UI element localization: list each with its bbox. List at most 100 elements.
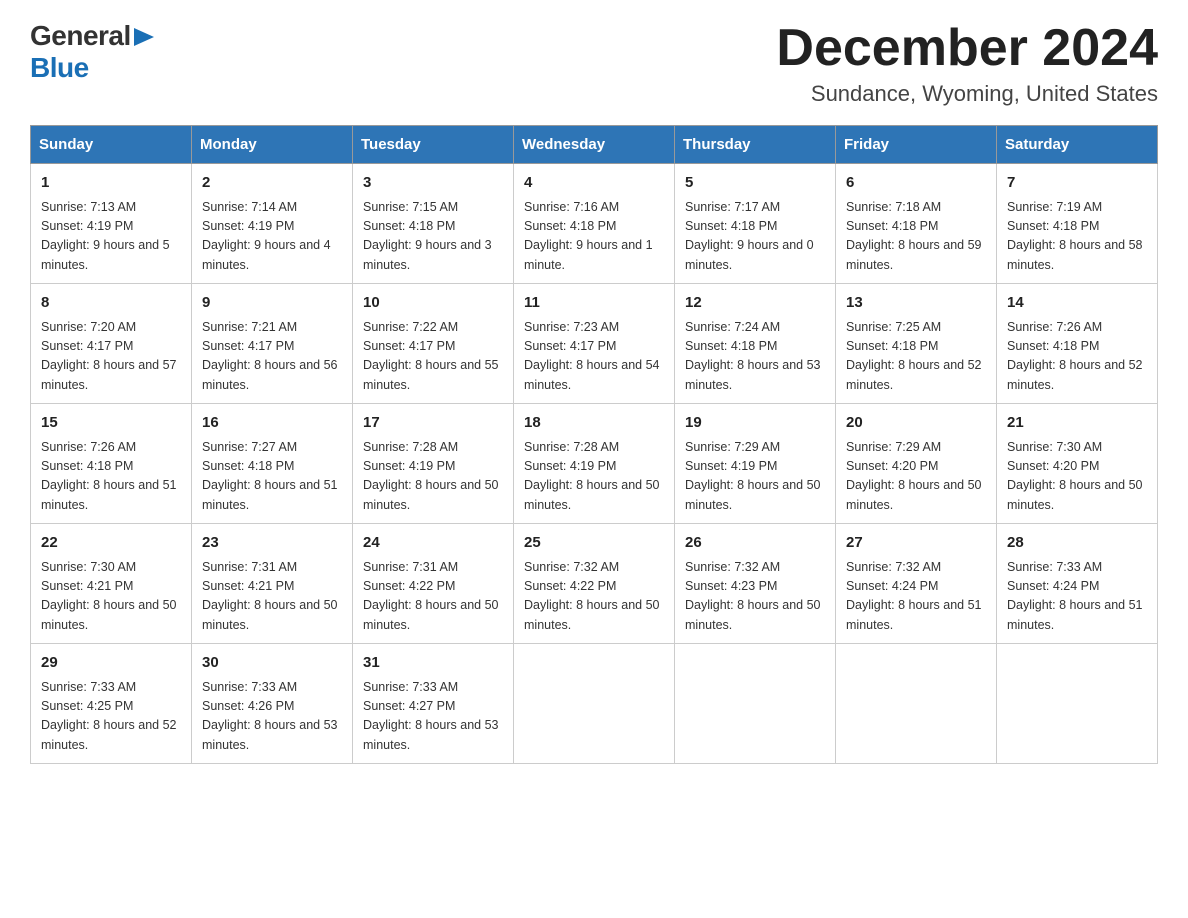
day-info: Sunrise: 7:18 AMSunset: 4:18 PMDaylight:… — [846, 198, 986, 276]
calendar-cell: 29 Sunrise: 7:33 AMSunset: 4:25 PMDayligh… — [31, 644, 192, 764]
day-number: 3 — [363, 172, 503, 195]
day-info: Sunrise: 7:25 AMSunset: 4:18 PMDaylight:… — [846, 318, 986, 396]
location: Sundance, Wyoming, United States — [776, 81, 1158, 107]
calendar-cell: 19 Sunrise: 7:29 AMSunset: 4:19 PMDayligh… — [675, 404, 836, 524]
day-number: 28 — [1007, 532, 1147, 555]
day-number: 4 — [524, 172, 664, 195]
day-number: 15 — [41, 412, 181, 435]
calendar-cell — [675, 644, 836, 764]
page-header: General Blue December 2024 Sundance, Wyo… — [30, 20, 1158, 107]
day-info: Sunrise: 7:24 AMSunset: 4:18 PMDaylight:… — [685, 318, 825, 396]
calendar-cell: 1 Sunrise: 7:13 AMSunset: 4:19 PMDaylight… — [31, 164, 192, 284]
calendar-cell: 5Sunrise: 7:17 AMSunset: 4:18 PMDaylight… — [675, 164, 836, 284]
day-info: Sunrise: 7:29 AMSunset: 4:19 PMDaylight:… — [685, 438, 825, 516]
day-info: Sunrise: 7:16 AMSunset: 4:18 PMDaylight:… — [524, 198, 664, 276]
calendar-cell: 30Sunrise: 7:33 AMSunset: 4:26 PMDayligh… — [192, 644, 353, 764]
calendar-cell: 13 Sunrise: 7:25 AMSunset: 4:18 PMDayligh… — [836, 284, 997, 404]
calendar-week-1: 1 Sunrise: 7:13 AMSunset: 4:19 PMDaylight… — [31, 164, 1158, 284]
day-number: 14 — [1007, 292, 1147, 315]
day-info: Sunrise: 7:23 AMSunset: 4:17 PMDaylight:… — [524, 318, 664, 396]
day-number: 9 — [202, 292, 342, 315]
calendar-cell: 31 Sunrise: 7:33 AMSunset: 4:27 PMDayligh… — [353, 644, 514, 764]
day-number: 20 — [846, 412, 986, 435]
day-number: 16 — [202, 412, 342, 435]
logo-general: General — [30, 20, 131, 52]
day-info: Sunrise: 7:31 AMSunset: 4:21 PMDaylight:… — [202, 558, 342, 636]
day-number: 19 — [685, 412, 825, 435]
calendar-cell: 12Sunrise: 7:24 AMSunset: 4:18 PMDayligh… — [675, 284, 836, 404]
calendar-cell: 22 Sunrise: 7:30 AMSunset: 4:21 PMDayligh… — [31, 524, 192, 644]
day-info: Sunrise: 7:31 AMSunset: 4:22 PMDaylight:… — [363, 558, 503, 636]
weekday-header-wednesday: Wednesday — [514, 126, 675, 164]
day-info: Sunrise: 7:30 AMSunset: 4:20 PMDaylight:… — [1007, 438, 1147, 516]
calendar-cell: 25 Sunrise: 7:32 AMSunset: 4:22 PMDayligh… — [514, 524, 675, 644]
calendar-week-2: 8 Sunrise: 7:20 AMSunset: 4:17 PMDaylight… — [31, 284, 1158, 404]
day-number: 17 — [363, 412, 503, 435]
weekday-header-friday: Friday — [836, 126, 997, 164]
day-number: 30 — [202, 652, 342, 675]
day-info: Sunrise: 7:32 AMSunset: 4:22 PMDaylight:… — [524, 558, 664, 636]
day-info: Sunrise: 7:20 AMSunset: 4:17 PMDaylight:… — [41, 318, 181, 396]
calendar-cell: 17 Sunrise: 7:28 AMSunset: 4:19 PMDayligh… — [353, 404, 514, 524]
day-number: 7 — [1007, 172, 1147, 195]
calendar-cell: 10 Sunrise: 7:22 AMSunset: 4:17 PMDayligh… — [353, 284, 514, 404]
day-number: 29 — [41, 652, 181, 675]
day-info: Sunrise: 7:21 AMSunset: 4:17 PMDaylight:… — [202, 318, 342, 396]
day-number: 18 — [524, 412, 664, 435]
day-info: Sunrise: 7:26 AMSunset: 4:18 PMDaylight:… — [41, 438, 181, 516]
day-info: Sunrise: 7:22 AMSunset: 4:17 PMDaylight:… — [363, 318, 503, 396]
day-number: 1 — [41, 172, 181, 195]
day-info: Sunrise: 7:19 AMSunset: 4:18 PMDaylight:… — [1007, 198, 1147, 276]
calendar-cell: 2Sunrise: 7:14 AMSunset: 4:19 PMDaylight… — [192, 164, 353, 284]
day-number: 10 — [363, 292, 503, 315]
day-number: 26 — [685, 532, 825, 555]
month-title: December 2024 — [776, 20, 1158, 77]
day-number: 11 — [524, 292, 664, 315]
logo: General Blue — [30, 20, 154, 84]
calendar-cell: 20Sunrise: 7:29 AMSunset: 4:20 PMDayligh… — [836, 404, 997, 524]
title-block: December 2024 Sundance, Wyoming, United … — [776, 20, 1158, 107]
day-info: Sunrise: 7:17 AMSunset: 4:18 PMDaylight:… — [685, 198, 825, 276]
weekday-header-tuesday: Tuesday — [353, 126, 514, 164]
weekday-header-saturday: Saturday — [997, 126, 1158, 164]
calendar-week-5: 29 Sunrise: 7:33 AMSunset: 4:25 PMDayligh… — [31, 644, 1158, 764]
weekday-header-thursday: Thursday — [675, 126, 836, 164]
calendar-cell: 9 Sunrise: 7:21 AMSunset: 4:17 PMDaylight… — [192, 284, 353, 404]
day-number: 6 — [846, 172, 986, 195]
calendar-week-4: 22 Sunrise: 7:30 AMSunset: 4:21 PMDayligh… — [31, 524, 1158, 644]
calendar-cell: 28 Sunrise: 7:33 AMSunset: 4:24 PMDayligh… — [997, 524, 1158, 644]
calendar-table: SundayMondayTuesdayWednesdayThursdayFrid… — [30, 125, 1158, 764]
calendar-cell: 18Sunrise: 7:28 AMSunset: 4:19 PMDayligh… — [514, 404, 675, 524]
day-number: 2 — [202, 172, 342, 195]
day-number: 21 — [1007, 412, 1147, 435]
calendar-cell — [836, 644, 997, 764]
day-number: 22 — [41, 532, 181, 555]
calendar-cell: 6 Sunrise: 7:18 AMSunset: 4:18 PMDaylight… — [836, 164, 997, 284]
calendar-week-3: 15 Sunrise: 7:26 AMSunset: 4:18 PMDayligh… — [31, 404, 1158, 524]
day-info: Sunrise: 7:33 AMSunset: 4:27 PMDaylight:… — [363, 678, 503, 756]
calendar-cell: 14 Sunrise: 7:26 AMSunset: 4:18 PMDayligh… — [997, 284, 1158, 404]
day-info: Sunrise: 7:13 AMSunset: 4:19 PMDaylight:… — [41, 198, 181, 276]
calendar-cell: 21 Sunrise: 7:30 AMSunset: 4:20 PMDayligh… — [997, 404, 1158, 524]
day-info: Sunrise: 7:33 AMSunset: 4:25 PMDaylight:… — [41, 678, 181, 756]
calendar-cell: 8 Sunrise: 7:20 AMSunset: 4:17 PMDaylight… — [31, 284, 192, 404]
calendar-cell — [997, 644, 1158, 764]
day-info: Sunrise: 7:28 AMSunset: 4:19 PMDaylight:… — [363, 438, 503, 516]
day-number: 25 — [524, 532, 664, 555]
calendar-cell: 3 Sunrise: 7:15 AMSunset: 4:18 PMDaylight… — [353, 164, 514, 284]
day-info: Sunrise: 7:27 AMSunset: 4:18 PMDaylight:… — [202, 438, 342, 516]
day-number: 31 — [363, 652, 503, 675]
calendar-cell: 16 Sunrise: 7:27 AMSunset: 4:18 PMDayligh… — [192, 404, 353, 524]
day-number: 13 — [846, 292, 986, 315]
day-number: 8 — [41, 292, 181, 315]
day-info: Sunrise: 7:33 AMSunset: 4:24 PMDaylight:… — [1007, 558, 1147, 636]
calendar-header-row: SundayMondayTuesdayWednesdayThursdayFrid… — [31, 126, 1158, 164]
day-info: Sunrise: 7:26 AMSunset: 4:18 PMDaylight:… — [1007, 318, 1147, 396]
calendar-cell: 26Sunrise: 7:32 AMSunset: 4:23 PMDayligh… — [675, 524, 836, 644]
day-info: Sunrise: 7:15 AMSunset: 4:18 PMDaylight:… — [363, 198, 503, 276]
weekday-header-sunday: Sunday — [31, 126, 192, 164]
day-number: 24 — [363, 532, 503, 555]
logo-blue: Blue — [30, 52, 89, 83]
day-info: Sunrise: 7:30 AMSunset: 4:21 PMDaylight:… — [41, 558, 181, 636]
logo-flag-icon — [134, 28, 154, 46]
